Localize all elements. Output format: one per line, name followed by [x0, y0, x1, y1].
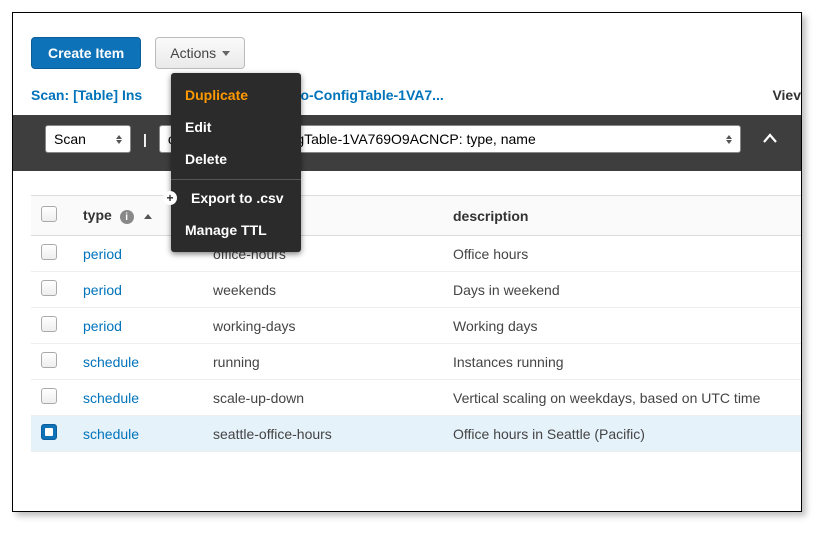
row-checkbox[interactable] [41, 388, 57, 404]
collapse-icon[interactable] [763, 130, 777, 148]
items-table: type i name description periodoffice-hou… [31, 195, 801, 452]
name-cell: scale-up-down [203, 380, 443, 416]
row-checkbox[interactable] [41, 280, 57, 296]
name-cell: weekends [203, 272, 443, 308]
scan-select[interactable]: Scan [45, 125, 131, 153]
scan-prefix: Scan: [31, 87, 69, 103]
row-checkbox[interactable] [41, 352, 57, 368]
info-icon[interactable]: i [120, 210, 134, 224]
chevron-down-icon [222, 51, 230, 56]
select-arrows-icon [726, 135, 732, 144]
menu-item-delete[interactable]: Delete [171, 143, 301, 175]
description-cell: Days in weekend [443, 272, 801, 308]
table-row[interactable]: period working-daysWorking days [31, 308, 801, 344]
name-cell: seattle-office-hours [203, 416, 443, 452]
divider: | [143, 131, 147, 147]
row-checkbox[interactable] [41, 316, 57, 332]
table-row[interactable]: periodoffice-hoursOffice hours [31, 236, 801, 272]
sort-asc-icon [144, 214, 152, 219]
select-arrows-icon [116, 135, 122, 144]
menu-item-label: Duplicate [185, 87, 248, 103]
menu-item-manage-ttl[interactable]: Manage TTL [171, 214, 301, 246]
name-cell: running [203, 344, 443, 380]
menu-item-label: Edit [185, 119, 211, 135]
actions-button[interactable]: Actions [155, 37, 245, 69]
col-header-description[interactable]: description [443, 196, 801, 236]
description-cell: Vertical scaling on weekdays, based on U… [443, 380, 801, 416]
name-cell: working-days [203, 308, 443, 344]
description-cell: Working days [443, 308, 801, 344]
table-row[interactable]: schedule seattle-office-hoursOffice hours… [31, 416, 801, 452]
col-type-label: type [83, 207, 112, 223]
scan-summary[interactable]: Scan: [Table] Ins emo-ConfigTable-1VA7..… [31, 87, 801, 103]
actions-label: Actions [170, 45, 216, 61]
row-checkbox[interactable] [41, 244, 57, 260]
menu-item-export-to-csv[interactable]: +Export to .csv [171, 179, 301, 214]
col-description-label: description [453, 208, 528, 224]
type-link[interactable]: period [83, 318, 122, 334]
type-link[interactable]: schedule [83, 426, 139, 442]
menu-item-duplicate[interactable]: Duplicate [171, 79, 301, 111]
description-cell: Office hours [443, 236, 801, 272]
table-row[interactable]: schedule scale-up-downVertical scaling on… [31, 380, 801, 416]
table-row[interactable]: period weekendsDays in weekend [31, 272, 801, 308]
actions-menu: Duplicate Edit Delete +Export to .csv Manage… [171, 73, 301, 252]
window-frame: Create Item Actions Scan: [Table] Ins em… [12, 12, 802, 512]
type-link[interactable]: schedule [83, 354, 139, 370]
plus-icon: + [163, 191, 177, 205]
row-checkbox[interactable] [41, 424, 57, 440]
menu-item-label: Delete [185, 151, 227, 167]
filter-bar: Scan | chedulerDemo-ConfigTable-1VA769O9… [13, 115, 801, 171]
type-link[interactable]: period [83, 246, 122, 262]
scan-tag: [Table] [73, 87, 118, 103]
table-row[interactable]: schedule runningInstances running [31, 344, 801, 380]
menu-item-label: Manage TTL [185, 222, 267, 238]
scan-text-left: Ins [122, 87, 142, 103]
menu-item-edit[interactable]: Edit [171, 111, 301, 143]
menu-item-label: Export to .csv [191, 190, 284, 206]
scan-select-value: Scan [54, 131, 86, 147]
type-link[interactable]: schedule [83, 390, 139, 406]
scan-text-right: emo-ConfigTable-1VA7... [280, 87, 444, 103]
type-link[interactable]: period [83, 282, 122, 298]
description-cell: Instances running [443, 344, 801, 380]
description-cell: Office hours in Seattle (Pacific) [443, 416, 801, 452]
toolbar: Create Item Actions [31, 37, 801, 69]
create-item-button[interactable]: Create Item [31, 37, 141, 69]
select-all-checkbox[interactable] [41, 206, 57, 222]
view-label: Viev [772, 87, 801, 103]
